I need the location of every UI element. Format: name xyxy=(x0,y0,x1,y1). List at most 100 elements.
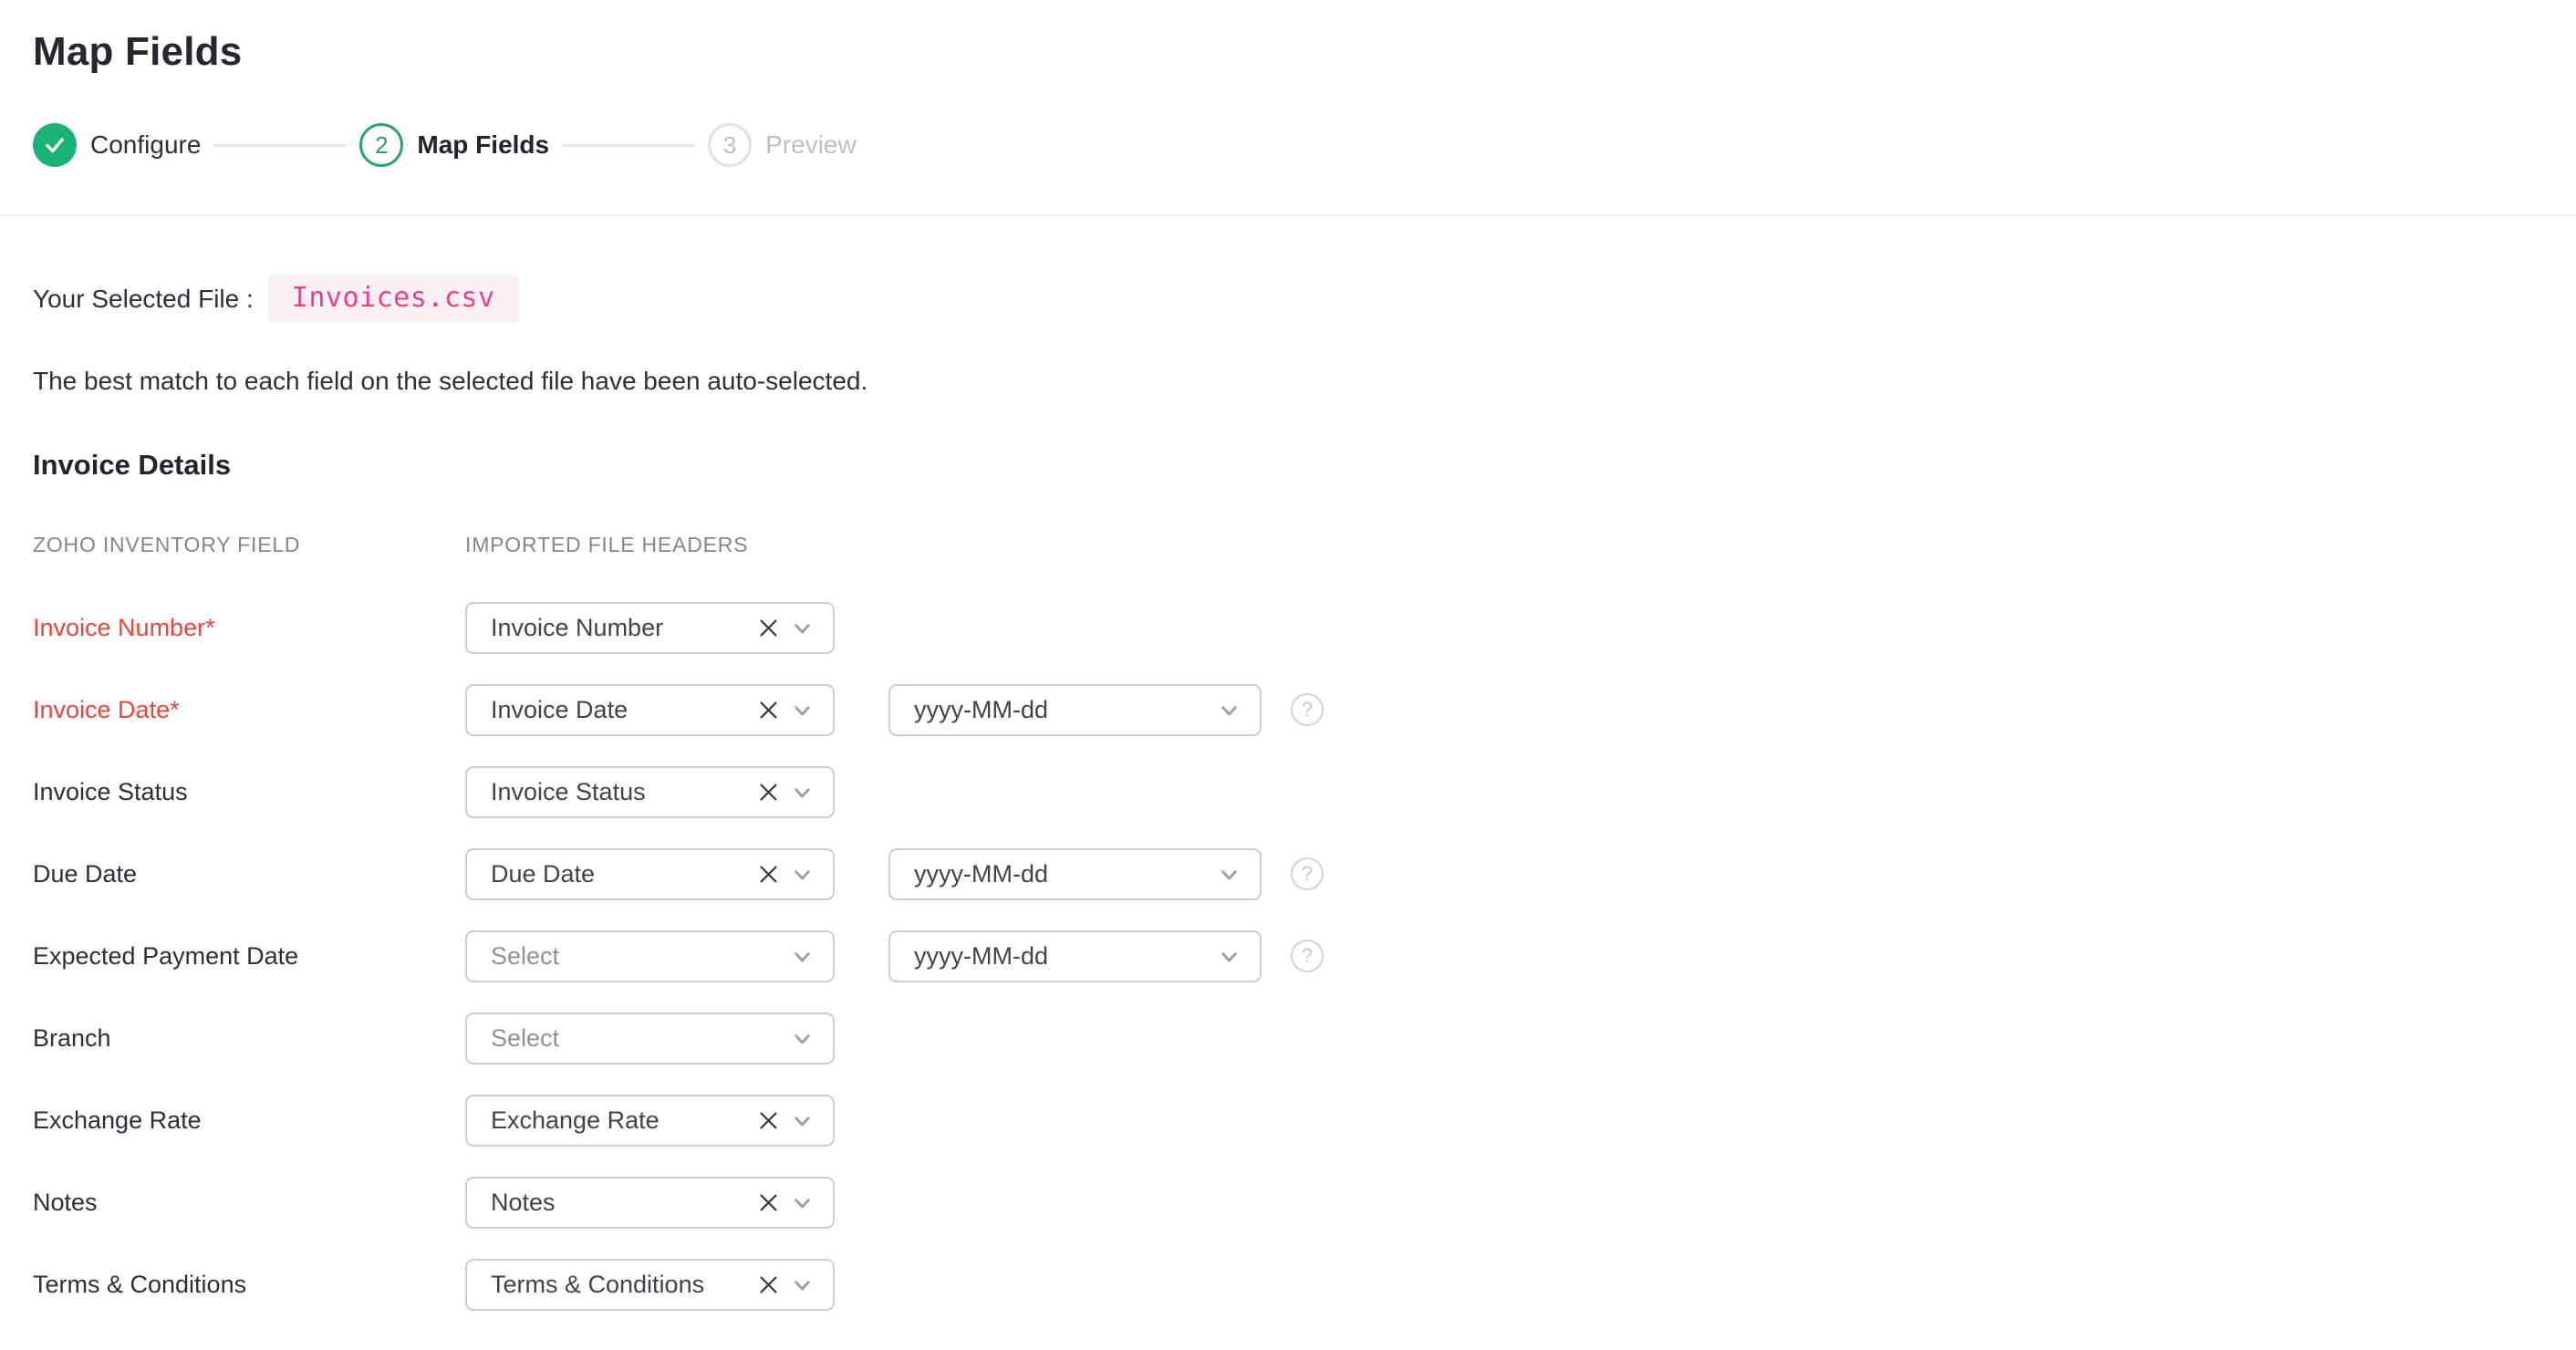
field-mapping-row: Terms & Conditions Terms & Conditions xyxy=(33,1243,2543,1325)
select-controls xyxy=(756,780,815,805)
chevron-down-icon xyxy=(790,1190,815,1215)
mapped-header-select[interactable]: Due Date xyxy=(465,848,835,900)
mapped-value: Select xyxy=(491,942,790,971)
field-label: Due Date xyxy=(33,860,465,888)
select-controls xyxy=(790,1026,815,1051)
mapped-value: Invoice Status xyxy=(491,778,756,806)
clear-icon[interactable] xyxy=(756,1108,781,1133)
field-mapping-row: Due Date Due Date yyyy-MM-dd xyxy=(33,833,2543,915)
auto-select-note: The best match to each field on the sele… xyxy=(33,367,2543,396)
field-label: Invoice Number* xyxy=(33,614,465,642)
select-controls xyxy=(790,944,815,969)
select-controls xyxy=(1217,862,1241,887)
chevron-down-icon xyxy=(1217,698,1241,722)
date-format-select[interactable]: yyyy-MM-dd xyxy=(888,930,1262,982)
check-icon xyxy=(33,123,77,167)
field-label: Notes xyxy=(33,1189,465,1217)
select-controls xyxy=(756,1272,815,1297)
chevron-down-icon xyxy=(1217,944,1241,969)
mapped-header-select[interactable]: Invoice Date xyxy=(465,684,835,736)
mapped-value: Due Date xyxy=(491,860,756,888)
step-map-fields[interactable]: 2 Map Fields xyxy=(359,123,549,167)
chevron-down-icon xyxy=(790,1108,815,1133)
header-divider xyxy=(0,214,2576,216)
clear-icon[interactable] xyxy=(756,1272,781,1297)
field-label: Invoice Date* xyxy=(33,696,465,724)
chevron-down-icon xyxy=(1217,862,1241,887)
select-controls xyxy=(756,1108,815,1133)
step-configure[interactable]: Configure xyxy=(33,123,201,167)
column-header-imported: IMPORTED FILE HEADERS xyxy=(465,533,748,557)
chevron-down-icon xyxy=(790,1026,815,1051)
mapped-header-select[interactable]: Select xyxy=(465,930,835,982)
mapped-header-select[interactable]: Invoice Status xyxy=(465,766,835,818)
mapped-header-select[interactable]: Invoice Number xyxy=(465,602,835,654)
clear-icon[interactable] xyxy=(756,616,781,640)
field-mapping-row: Expected Payment Date Select yyyy-MM-dd xyxy=(33,915,2543,997)
clear-icon[interactable] xyxy=(756,1190,781,1215)
field-rows: Invoice Number* Invoice Number xyxy=(33,587,2543,1325)
step-configure-label: Configure xyxy=(90,130,201,160)
field-mapping-row: Invoice Status Invoice Status xyxy=(33,751,2543,833)
field-label: Terms & Conditions xyxy=(33,1271,465,1299)
date-format-select[interactable]: yyyy-MM-dd xyxy=(888,848,1262,900)
main-content: Your Selected File : Invoices.csv The be… xyxy=(0,275,2576,1325)
page-header: Map Fields Configure 2 Map Fields 3 Prev… xyxy=(0,27,2576,168)
step-3-badge: 3 xyxy=(708,123,752,167)
mapped-value: Notes xyxy=(491,1189,756,1217)
column-header-field: ZOHO INVENTORY FIELD xyxy=(33,533,465,557)
field-label: Invoice Status xyxy=(33,778,465,806)
selected-file-row: Your Selected File : Invoices.csv xyxy=(33,275,2543,323)
chevron-down-icon xyxy=(790,780,815,805)
mapped-header-select[interactable]: Terms & Conditions xyxy=(465,1259,835,1311)
select-controls xyxy=(1217,698,1241,722)
date-format-value: yyyy-MM-dd xyxy=(914,942,1217,971)
stepper-connector xyxy=(562,144,695,147)
select-controls xyxy=(756,1190,815,1215)
help-icon[interactable]: ? xyxy=(1291,693,1324,726)
step-preview[interactable]: 3 Preview xyxy=(708,123,857,167)
step-2-badge: 2 xyxy=(359,123,403,167)
mapped-header-select[interactable]: Notes xyxy=(465,1177,835,1229)
chevron-down-icon xyxy=(790,862,815,887)
mapped-value: Terms & Conditions xyxy=(491,1271,756,1299)
import-stepper: Configure 2 Map Fields 3 Preview xyxy=(33,122,2543,168)
clear-icon[interactable] xyxy=(756,698,781,722)
clear-icon[interactable] xyxy=(756,862,781,887)
date-format-select[interactable]: yyyy-MM-dd xyxy=(888,684,1262,736)
field-label: Exchange Rate xyxy=(33,1106,465,1135)
column-headers: ZOHO INVENTORY FIELD IMPORTED FILE HEADE… xyxy=(33,533,2543,557)
chevron-down-icon xyxy=(790,944,815,969)
field-mapping-row: Notes Notes xyxy=(33,1161,2543,1243)
select-controls xyxy=(756,616,815,640)
select-controls xyxy=(756,862,815,887)
date-format-value: yyyy-MM-dd xyxy=(914,696,1217,724)
mapped-header-select[interactable]: Exchange Rate xyxy=(465,1095,835,1147)
clear-icon[interactable] xyxy=(756,780,781,805)
step-preview-label: Preview xyxy=(765,130,857,160)
field-label: Branch xyxy=(33,1024,465,1053)
mapped-value: Exchange Rate xyxy=(491,1106,756,1135)
stepper-connector xyxy=(213,144,347,147)
selected-file-name: Invoices.csv xyxy=(268,275,519,323)
page-title: Map Fields xyxy=(33,27,2543,77)
step-map-fields-label: Map Fields xyxy=(417,130,549,160)
date-format-value: yyyy-MM-dd xyxy=(914,860,1217,888)
chevron-down-icon xyxy=(790,1272,815,1297)
section-title: Invoice Details xyxy=(33,449,2543,482)
field-mapping-row: Invoice Number* Invoice Number xyxy=(33,587,2543,669)
help-icon[interactable]: ? xyxy=(1291,857,1324,890)
mapped-value: Select xyxy=(491,1024,790,1053)
mapped-header-select[interactable]: Select xyxy=(465,1012,835,1064)
field-mapping-row: Exchange Rate Exchange Rate xyxy=(33,1079,2543,1161)
select-controls xyxy=(756,698,815,722)
field-mapping-row: Invoice Date* Invoice Date yyyy-MM-dd xyxy=(33,669,2543,751)
selected-file-label: Your Selected File : xyxy=(33,285,254,314)
chevron-down-icon xyxy=(790,616,815,640)
select-controls xyxy=(1217,944,1241,969)
mapped-value: Invoice Number xyxy=(491,614,756,642)
chevron-down-icon xyxy=(790,698,815,722)
help-icon[interactable]: ? xyxy=(1291,940,1324,972)
mapped-value: Invoice Date xyxy=(491,696,756,724)
field-mapping-row: Branch Select xyxy=(33,997,2543,1079)
